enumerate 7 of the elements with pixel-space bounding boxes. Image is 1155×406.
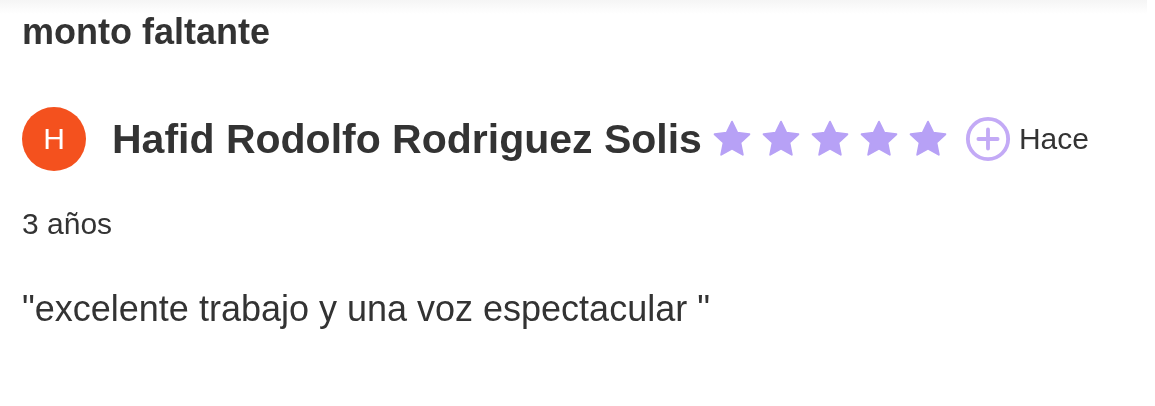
review-time: Hace (1018, 121, 1089, 155)
plus-circle-icon[interactable] (964, 115, 1011, 162)
avatar: H (22, 106, 86, 171)
author-name: Hafid Rodolfo Rodriguez Solis (112, 115, 702, 162)
section-heading: monto faltante (22, 10, 271, 54)
review-comment: "excelente trabajo y una voz espectacular " (22, 287, 711, 330)
review-time: 3 años (22, 206, 113, 240)
